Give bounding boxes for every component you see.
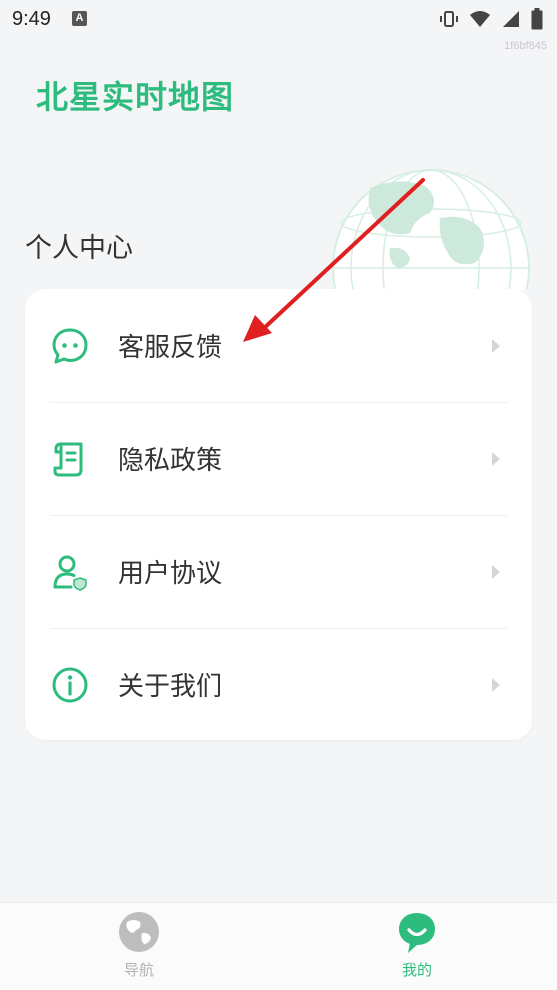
status-icons <box>439 8 543 34</box>
tab-label: 导航 <box>123 961 154 979</box>
status-bar: 9:49 A <box>0 0 557 40</box>
tab-me[interactable]: 我的 <box>357 903 477 990</box>
chevron-right-icon <box>491 451 501 467</box>
user-shield-icon <box>51 553 89 591</box>
chevron-right-icon <box>491 338 501 354</box>
smile-bubble-icon <box>396 911 438 953</box>
chevron-right-icon <box>491 677 501 693</box>
tab-label: 我的 <box>401 961 432 979</box>
chevron-right-icon <box>491 564 501 580</box>
page-title: 个人中心 <box>25 233 133 264</box>
wifi-icon <box>469 9 491 33</box>
menu-item-privacy[interactable]: 隐私政策 <box>25 402 532 515</box>
build-id: 1f6bf845 <box>504 40 547 52</box>
info-icon <box>51 666 89 704</box>
menu-item-label: 隐私政策 <box>118 446 223 476</box>
menu-item-label: 客服反馈 <box>118 333 223 363</box>
menu-item-feedback[interactable]: 客服反馈 <box>25 289 532 402</box>
notification-icon: A <box>72 11 87 26</box>
tab-navigation[interactable]: 导航 <box>79 903 199 990</box>
status-time: 9:49 <box>12 8 51 30</box>
menu-item-user-agreement[interactable]: 用户协议 <box>25 515 532 628</box>
globe-decoration-icon <box>330 168 532 290</box>
signal-icon <box>501 9 521 33</box>
globe-icon <box>118 911 160 953</box>
bottom-nav: 导航 我的 <box>0 902 557 990</box>
app-logo: 北星实时地图 <box>36 78 235 116</box>
menu-item-label: 用户协议 <box>118 559 223 589</box>
menu-card: 客服反馈 隐私政策 用户协议 关于我们 <box>25 289 532 740</box>
document-scroll-icon <box>51 440 89 478</box>
vibrate-icon <box>439 9 459 33</box>
chat-bubble-icon <box>51 327 89 365</box>
menu-item-label: 关于我们 <box>118 672 223 702</box>
battery-icon <box>531 8 543 34</box>
menu-item-about[interactable]: 关于我们 <box>25 628 532 741</box>
